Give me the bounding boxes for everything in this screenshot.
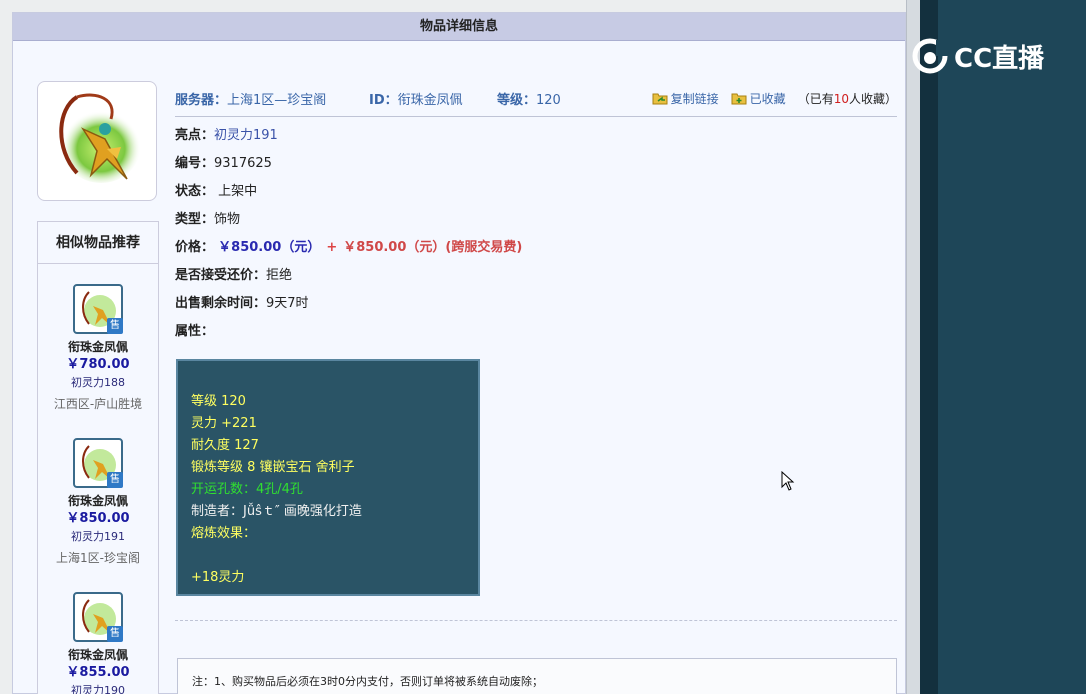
- similar-item-name[interactable]: 衔珠金凤佩: [38, 338, 158, 356]
- folder-add-icon: [731, 93, 747, 105]
- field-type-value: 饰物: [214, 212, 241, 227]
- field-number-value: 9317625: [214, 156, 272, 171]
- field-highlight: 亮点：初灵力191: [175, 125, 522, 153]
- field-remaining-time: 出售剩余时间：9天7时: [175, 293, 522, 321]
- similar-item-price: ￥850.00: [66, 511, 130, 526]
- purchase-notice: 注：1、购买物品后必须在3时0分内支付，否则订单将被系统自动废除；: [177, 658, 897, 694]
- similar-item-attr: 初灵力190: [71, 684, 125, 694]
- favorite-label[interactable]: 已收藏: [750, 90, 786, 107]
- item-image: [37, 81, 157, 201]
- field-highlight-value: 初灵力191: [214, 128, 278, 143]
- attr-durability: 耐久度 127: [191, 438, 259, 453]
- item-detail-panel: 物品详细信息 相似物品推荐 售 衔珠金凤佩 ￥780.00 初灵力188 江西区…: [12, 12, 906, 694]
- similar-item-name[interactable]: 衔珠金凤佩: [38, 492, 158, 510]
- item-header-row: 服务器：上海1区—珍宝阁 ID：衔珠金凤佩 等级：120 复制链接 已收藏 （已…: [175, 85, 897, 117]
- price-plus: +: [326, 240, 338, 255]
- field-price: 价格： ￥850.00（元） + ￥850.00（元）(跨服交易费): [175, 237, 522, 265]
- item-id-label: ID：: [369, 93, 398, 108]
- item-fields: 亮点：初灵力191 编号：9317625 状态： 上架中 类型：饰物 价格： ￥…: [175, 125, 522, 349]
- attr-spacer: [191, 545, 478, 567]
- frame-stripe: [920, 0, 938, 694]
- sale-tag: 售: [107, 318, 123, 334]
- field-price-label: 价格：: [175, 240, 215, 255]
- similar-items-title: 相似物品推荐: [38, 222, 158, 264]
- item-level-label: 等级：: [497, 93, 537, 108]
- similar-item-name[interactable]: 衔珠金凤佩: [38, 646, 158, 664]
- panel-title: 物品详细信息: [13, 13, 905, 41]
- attr-smelt-label: 熔炼效果：: [191, 526, 257, 541]
- field-attributes-label: 属性：: [175, 324, 215, 339]
- favorite-count: （已有10人收藏）: [798, 90, 897, 107]
- price-value: ￥850.00（元）: [218, 240, 321, 255]
- field-highlight-label: 亮点：: [175, 128, 215, 143]
- sale-tag: 售: [107, 626, 123, 642]
- field-remaining-value: 9天7时: [266, 296, 309, 311]
- mouse-cursor-icon: [781, 471, 795, 491]
- similar-item-server: 上海1区-珍宝阁: [56, 551, 140, 565]
- cc-logo-icon: [912, 38, 950, 74]
- similar-item-price: ￥855.00: [66, 665, 130, 680]
- similar-item[interactable]: 售 衔珠金凤佩 ￥850.00 初灵力191 上海1区-珍宝阁: [38, 418, 158, 572]
- similar-item-icon[interactable]: 售: [73, 284, 123, 334]
- server-label: 服务器：: [175, 93, 228, 108]
- item-id-info: ID：衔珠金凤佩: [369, 89, 463, 108]
- copy-link-button[interactable]: 复制链接: [652, 90, 719, 107]
- attr-sockets: 开运孔数：4孔/4孔: [191, 482, 303, 497]
- field-type-label: 类型：: [175, 212, 215, 227]
- similar-item-price: ￥780.00: [66, 357, 130, 372]
- field-counter-value: 拒绝: [266, 268, 293, 283]
- similar-item-attr: 初灵力188: [71, 376, 125, 389]
- copy-link-label[interactable]: 复制链接: [671, 90, 719, 107]
- attr-spirit: 灵力 +221: [191, 416, 257, 431]
- attr-smelt-effect: +18灵力: [191, 570, 245, 585]
- attribute-box: 等级 120 灵力 +221 耐久度 127 锻炼等级 8 镶嵌宝石 舍利子 开…: [176, 359, 480, 596]
- field-attributes: 属性：: [175, 321, 522, 349]
- attr-level: 等级 120: [191, 394, 246, 409]
- phoenix-pendant-icon: [59, 93, 141, 183]
- item-level-value: 120: [536, 93, 561, 108]
- favorite-button[interactable]: 已收藏: [731, 90, 786, 107]
- field-status: 状态： 上架中: [175, 181, 522, 209]
- attr-maker: 制造者：Jǚŝｔ″ 画晚强化打造: [191, 504, 362, 519]
- price-fee: ￥850.00（元）(跨服交易费): [343, 240, 523, 255]
- server-value: 上海1区—珍宝阁: [227, 93, 327, 108]
- field-number-label: 编号：: [175, 156, 215, 171]
- section-divider: [175, 620, 897, 621]
- similar-items-panel: 相似物品推荐 售 衔珠金凤佩 ￥780.00 初灵力188 江西区-庐山胜境 售…: [37, 221, 159, 694]
- favorite-count-number: 10: [833, 92, 849, 106]
- field-counter-label: 是否接受还价：: [175, 268, 267, 283]
- purchase-notice-text: 注：1、购买物品后必须在3时0分内支付，否则订单将被系统自动废除；: [192, 675, 543, 688]
- field-type: 类型：饰物: [175, 209, 522, 237]
- field-counter-offer: 是否接受还价：拒绝: [175, 265, 522, 293]
- field-status-label: 状态：: [175, 184, 215, 199]
- item-level-info: 等级：120: [497, 89, 561, 108]
- attr-forge-gem: 锻炼等级 8 镶嵌宝石 舍利子: [191, 460, 355, 475]
- similar-item-server: 江西区-庐山胜境: [53, 397, 143, 411]
- folder-share-icon: [652, 93, 668, 105]
- item-id-value: 衔珠金凤佩: [397, 93, 463, 108]
- item-actions: 复制链接 已收藏 （已有10人收藏）: [652, 90, 897, 107]
- similar-item[interactable]: 售 衔珠金凤佩 ￥855.00 初灵力190: [38, 572, 158, 694]
- similar-item[interactable]: 售 衔珠金凤佩 ￥780.00 初灵力188 江西区-庐山胜境: [38, 264, 158, 418]
- cc-live-watermark: CC直播: [910, 36, 1044, 76]
- field-status-value: 上架中: [218, 184, 258, 199]
- similar-item-icon[interactable]: 售: [73, 438, 123, 488]
- page-scroll-edge: [906, 0, 920, 694]
- server-info: 服务器：上海1区—珍宝阁: [175, 89, 326, 108]
- similar-item-icon[interactable]: 售: [73, 592, 123, 642]
- stream-side-frame: [920, 0, 1086, 694]
- field-number: 编号：9317625: [175, 153, 522, 181]
- similar-item-attr: 初灵力191: [71, 530, 125, 543]
- cc-logo-text: CC直播: [954, 43, 1045, 74]
- field-remaining-label: 出售剩余时间：: [175, 296, 267, 311]
- favorite-count-suffix: 人收藏）: [848, 92, 897, 106]
- favorite-count-prefix: （已有: [797, 92, 834, 106]
- sale-tag: 售: [107, 472, 123, 488]
